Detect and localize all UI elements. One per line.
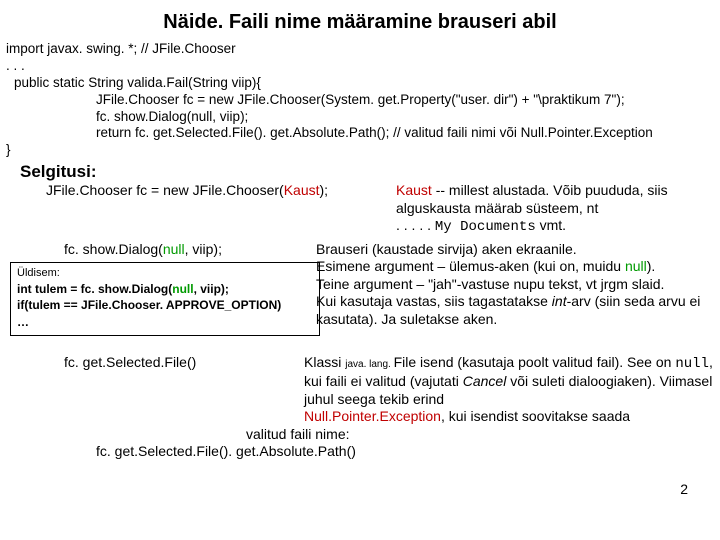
- text: );: [320, 182, 329, 198]
- text: JFile.Chooser fc = new JFile.Chooser(: [46, 182, 284, 198]
- code-snippet: fc. get.Selected.File(). get.Absolute.Pa…: [6, 443, 714, 461]
- box-line: if(tulem == JFile.Chooser. APPROVE_OPTIO…: [17, 297, 313, 313]
- box-line: …: [17, 314, 313, 330]
- explain-row-2: fc. show.Dialog(null, viip); Üldisem: in…: [6, 241, 714, 336]
- text: int tulem = fc. show.Dialog(: [17, 282, 172, 296]
- param-kaust: Kaust: [284, 182, 320, 198]
- code-line: }: [6, 142, 714, 159]
- box-line: int tulem = fc. show.Dialog(null, viip);: [17, 281, 313, 297]
- code-line: public static String valida.Fail(String …: [6, 75, 714, 92]
- code-snippet: JFile.Chooser fc = new JFile.Chooser(Kau…: [6, 182, 396, 200]
- text: , viip);: [185, 241, 222, 257]
- explain-text: Klassi java. lang. File isend (kasutaja …: [304, 354, 714, 426]
- general-box: Üldisem: int tulem = fc. show.Dialog(nul…: [10, 262, 320, 335]
- keyword-kaust: Kaust: [396, 182, 432, 198]
- keyword-null: null: [675, 356, 709, 372]
- text: Kui kasutaja vastas, siis tagastatakse: [316, 293, 552, 309]
- text: Brauseri (kaustade sirvija) aken ekraani…: [316, 241, 577, 257]
- text: , viip);: [194, 282, 229, 296]
- text: vmt.: [536, 217, 566, 233]
- text: fc. show.Dialog(: [64, 241, 163, 257]
- page-number: 2: [680, 481, 688, 499]
- left-block: fc. show.Dialog(null, viip); Üldisem: in…: [6, 241, 316, 336]
- type-int: int: [552, 293, 567, 309]
- package-name: java. lang.: [345, 359, 393, 370]
- code-block: import javax. swing. *; // JFile.Chooser…: [6, 41, 714, 159]
- explain-row-1: JFile.Chooser fc = new JFile.Chooser(Kau…: [6, 182, 714, 237]
- code-line: fc. show.Dialog(null, viip);: [6, 109, 714, 126]
- text: File isend (kasutaja poolt valitud fail)…: [394, 354, 676, 370]
- explain-text: Brauseri (kaustade sirvija) aken ekraani…: [316, 241, 714, 329]
- code-line: import javax. swing. *; // JFile.Chooser: [6, 41, 714, 58]
- text: ).: [647, 258, 656, 274]
- keyword-null: null: [172, 282, 193, 296]
- text: valitud faili nime:: [246, 426, 714, 444]
- button-name: Cancel: [463, 373, 507, 389]
- text: Teine argument – "jah"-vastuse nupu teks…: [316, 276, 664, 292]
- box-header: Üldisem:: [17, 266, 313, 281]
- path-example: My Documents: [435, 219, 536, 235]
- keyword-null: null: [163, 241, 185, 257]
- code-line: JFile.Chooser fc = new JFile.Chooser(Sys…: [6, 92, 714, 109]
- code-snippet: fc. show.Dialog(null, viip);: [6, 241, 316, 259]
- explain-text: Kaust -- millest alustada. Võib puududa,…: [396, 182, 714, 237]
- text: , kui isendist soovitakse saada: [441, 408, 630, 424]
- keyword-null: null: [625, 258, 647, 274]
- slide-title: Näide. Faili nime määramine brauseri abi…: [6, 10, 714, 35]
- text: -- millest alustada. Võib puududa, siis …: [396, 182, 668, 216]
- text: Esimene argument – ülemus-aken (kui on, …: [316, 258, 625, 274]
- text: Klassi: [304, 354, 345, 370]
- code-snippet: fc. get.Selected.File(): [6, 354, 304, 372]
- text: . . . . .: [396, 217, 435, 233]
- section-heading: Selgitusi:: [20, 161, 714, 182]
- code-line: return fc. get.Selected.File(). get.Abso…: [6, 125, 714, 142]
- explain-row-3: fc. get.Selected.File() Klassi java. lan…: [6, 354, 714, 426]
- code-line: . . .: [6, 58, 714, 75]
- exception-name: Null.Pointer.Exception: [304, 408, 441, 424]
